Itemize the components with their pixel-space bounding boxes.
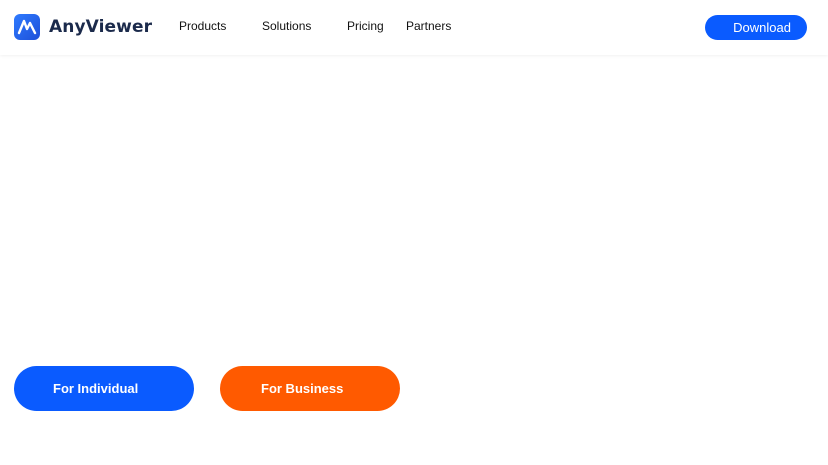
nav-item-products[interactable]: Products	[179, 19, 226, 33]
page: AnyViewer Products Solutions Pricing Par…	[0, 0, 828, 465]
for-business-label: For Business	[261, 381, 344, 396]
download-button-label: Download	[733, 20, 791, 35]
for-individual-label: For Individual	[53, 381, 139, 396]
top-navigation-bar: AnyViewer Products Solutions Pricing Par…	[0, 0, 828, 55]
for-individual-button[interactable]: For Individual	[14, 366, 194, 411]
for-business-button[interactable]: For Business	[220, 366, 400, 411]
nav-item-partners[interactable]: Partners	[406, 19, 451, 33]
download-button[interactable]: Download	[705, 15, 807, 40]
main-nav: Products Solutions Pricing Partners	[0, 0, 828, 55]
nav-item-solutions[interactable]: Solutions	[262, 19, 311, 33]
nav-item-pricing[interactable]: Pricing	[347, 19, 384, 33]
